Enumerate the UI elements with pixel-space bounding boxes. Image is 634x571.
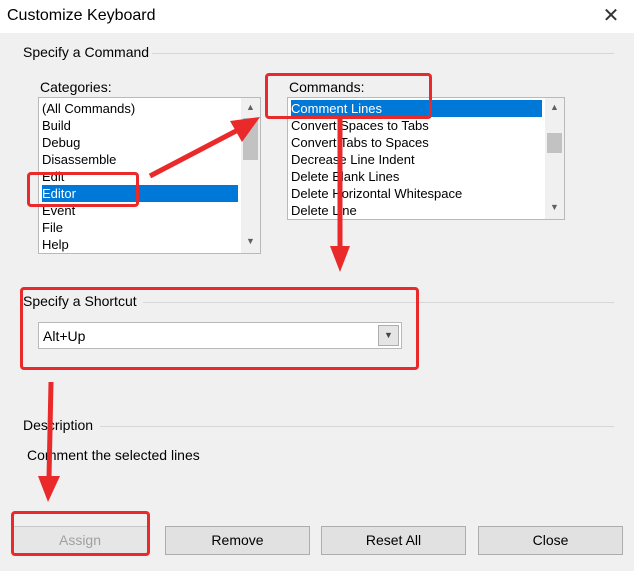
command-item[interactable]: Convert Tabs to Spaces xyxy=(291,134,429,151)
description-group-label: Description xyxy=(23,417,94,433)
command-group-divider xyxy=(152,53,614,54)
category-item[interactable]: Disassemble xyxy=(42,151,116,168)
reset-all-button[interactable]: Reset All xyxy=(321,526,466,555)
command-item[interactable]: Delete Blank Lines xyxy=(291,168,399,185)
annotation-box-commands xyxy=(265,73,432,119)
description-text: Comment the selected lines xyxy=(27,447,200,463)
scroll-thumb[interactable] xyxy=(547,133,562,153)
categories-scrollbar[interactable]: ▲ ▼ xyxy=(241,98,260,253)
categories-label: Categories: xyxy=(40,79,112,95)
command-group-label: Specify a Command xyxy=(23,44,150,60)
close-icon[interactable]: ✕ xyxy=(596,2,626,30)
arrow-shortcut-to-assign xyxy=(38,381,60,502)
command-item[interactable]: Delete Horizontal Whitespace xyxy=(291,185,462,202)
category-item[interactable]: Build xyxy=(42,117,71,134)
command-item[interactable]: Convert Spaces to Tabs xyxy=(291,117,429,134)
scroll-down-icon[interactable]: ▼ xyxy=(241,233,260,250)
close-button[interactable]: Close xyxy=(478,526,623,555)
scroll-up-icon[interactable]: ▲ xyxy=(545,99,564,116)
window-title: Customize Keyboard xyxy=(7,7,156,24)
annotation-box-editor xyxy=(27,172,139,207)
scroll-thumb[interactable] xyxy=(243,118,258,160)
command-item[interactable]: Decrease Line Indent xyxy=(291,151,415,168)
command-item[interactable]: Delete Line xyxy=(291,202,357,219)
scroll-up-icon[interactable]: ▲ xyxy=(241,99,260,116)
annotation-box-assign xyxy=(11,511,150,556)
category-item[interactable]: Help xyxy=(42,236,69,253)
description-group-divider xyxy=(100,426,614,427)
category-item[interactable]: File xyxy=(42,219,63,236)
scroll-down-icon[interactable]: ▼ xyxy=(545,199,564,216)
commands-scrollbar[interactable]: ▲ ▼ xyxy=(545,98,564,219)
remove-button[interactable]: Remove xyxy=(165,526,310,555)
category-item[interactable]: Debug xyxy=(42,134,80,151)
annotation-box-shortcut xyxy=(20,287,419,370)
category-item[interactable]: (All Commands) xyxy=(42,100,135,117)
